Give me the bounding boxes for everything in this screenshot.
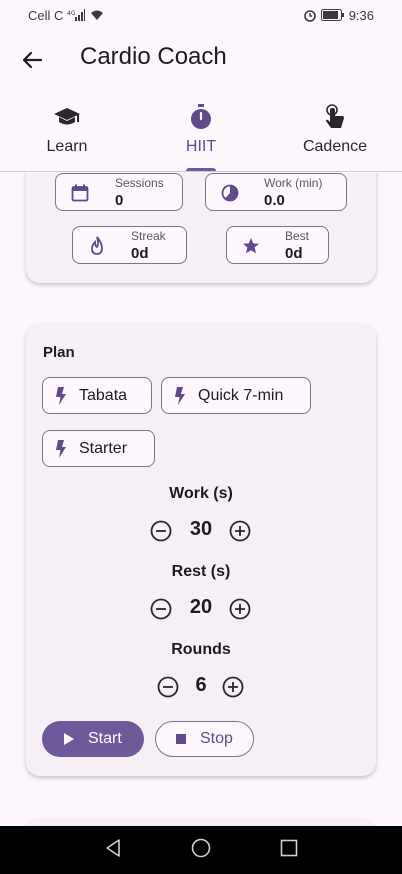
preset-tabata-label: Tabata xyxy=(79,386,128,404)
clock-icon xyxy=(220,183,240,203)
rounds-label: Rounds xyxy=(171,641,231,658)
stop-icon xyxy=(176,734,186,744)
stat-streak-value: 0d xyxy=(131,245,149,262)
start-label: Start xyxy=(88,730,122,747)
rest-label: Rest (s) xyxy=(171,563,231,580)
stat-sessions-value: 0 xyxy=(115,192,124,209)
status-left: Cell C 4G xyxy=(28,8,105,23)
minus-circle-icon xyxy=(150,598,172,620)
app-bar: Cardio Coach xyxy=(0,30,402,88)
status-right: 9:36 xyxy=(303,8,374,23)
rounds-stepper: 6 xyxy=(26,672,376,702)
rest-increment-button[interactable] xyxy=(229,598,251,620)
content-scroll[interactable]: Sessions 0 Work (min) 0.0 Streak 0d Best… xyxy=(0,173,402,826)
touch-icon xyxy=(323,104,347,130)
tab-learn[interactable]: Learn xyxy=(0,96,134,171)
school-icon xyxy=(53,104,81,130)
rest-value: 20 xyxy=(189,596,213,618)
page-title: Cardio Coach xyxy=(80,43,227,70)
minus-circle-icon xyxy=(150,520,172,542)
nav-home-icon[interactable] xyxy=(191,838,211,863)
plus-circle-icon xyxy=(229,598,251,620)
bolt-icon xyxy=(56,386,66,405)
stat-streak-label: Streak xyxy=(131,229,166,243)
stat-best-value: 0d xyxy=(285,245,303,262)
tab-cadence[interactable]: Cadence xyxy=(268,96,402,171)
work-value: 30 xyxy=(189,518,213,540)
preset-tabata-button[interactable]: Tabata xyxy=(42,377,152,414)
arrow-back-icon xyxy=(22,51,43,69)
alarm-icon xyxy=(303,8,317,22)
next-card xyxy=(26,819,376,826)
carrier-label: Cell C xyxy=(28,7,64,23)
calendar-icon xyxy=(70,183,90,203)
wifi-icon xyxy=(89,9,105,21)
stats-card: Sessions 0 Work (min) 0.0 Streak 0d Best… xyxy=(26,173,376,283)
rounds-increment-button[interactable] xyxy=(222,676,244,698)
back-button[interactable] xyxy=(18,46,46,74)
preset-starter-label: Starter xyxy=(79,439,128,457)
stat-best-label: Best xyxy=(285,229,310,243)
stat-best: Best 0d xyxy=(226,226,329,264)
rest-stepper: 20 xyxy=(26,594,376,624)
tab-hiit[interactable]: HIIT xyxy=(134,96,268,171)
plus-circle-icon xyxy=(229,520,251,542)
play-icon xyxy=(64,733,74,745)
rest-decrement-button[interactable] xyxy=(150,598,172,620)
work-stepper: 30 xyxy=(26,516,376,546)
preset-starter-button[interactable]: Starter xyxy=(42,430,155,467)
stat-work-value: 0.0 xyxy=(264,192,285,209)
tab-hiit-label: HIIT xyxy=(185,138,217,155)
stop-button[interactable]: Stop xyxy=(155,721,254,757)
star-icon xyxy=(241,236,261,256)
bolt-icon xyxy=(56,439,66,458)
battery-icon xyxy=(320,9,345,21)
stat-work-label: Work (min) xyxy=(264,176,323,190)
clock-time: 9:36 xyxy=(348,7,374,23)
preset-quick-label: Quick 7-min xyxy=(198,386,284,404)
plan-title: Plan xyxy=(43,344,75,361)
preset-quick-button[interactable]: Quick 7-min xyxy=(161,377,311,414)
signal-icon: 4G xyxy=(67,9,86,21)
status-bar: Cell C 4G 9:36 xyxy=(0,0,402,30)
tab-cadence-label: Cadence xyxy=(302,138,368,155)
stat-sessions: Sessions 0 xyxy=(55,173,183,211)
nav-back-icon[interactable] xyxy=(104,838,122,863)
bolt-icon xyxy=(175,386,185,405)
stat-sessions-label: Sessions xyxy=(115,176,164,190)
timer-icon xyxy=(189,104,213,130)
stop-label: Stop xyxy=(200,730,233,747)
tab-bar: Learn HIIT Cadence xyxy=(0,96,402,172)
nav-recents-icon[interactable] xyxy=(280,839,298,862)
work-increment-button[interactable] xyxy=(229,520,251,542)
stat-streak: Streak 0d xyxy=(72,226,187,264)
stat-work: Work (min) 0.0 xyxy=(205,173,347,211)
system-nav-bar xyxy=(0,826,402,874)
start-button[interactable]: Start xyxy=(42,721,144,757)
svg-text:4G: 4G xyxy=(67,10,76,17)
work-decrement-button[interactable] xyxy=(150,520,172,542)
plan-card: Plan Tabata Quick 7-min Starter Work (s)… xyxy=(26,324,376,776)
fire-icon xyxy=(87,236,107,256)
plus-circle-icon xyxy=(222,676,244,698)
work-label: Work (s) xyxy=(169,485,233,502)
tab-learn-label: Learn xyxy=(46,138,88,155)
